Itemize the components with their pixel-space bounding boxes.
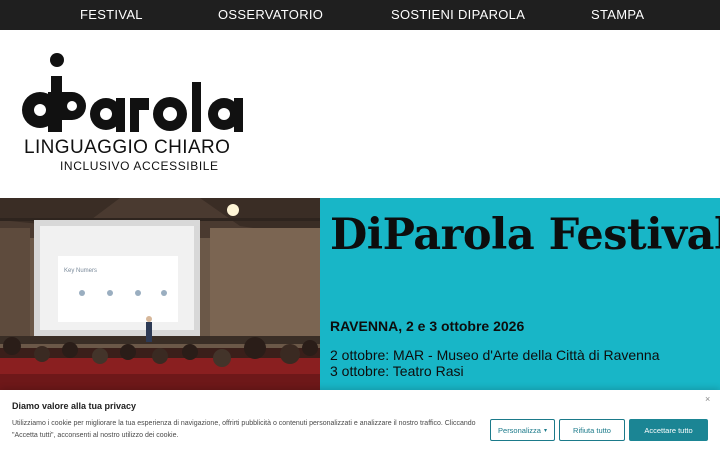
- top-navigation: FESTIVAL OSSERVATORIO SOSTIENI DIPAROLA …: [0, 0, 720, 30]
- diparola-logo-mark: [22, 53, 243, 132]
- cookie-banner: Diamo valore alla tua privacy Utilizziam…: [0, 390, 720, 450]
- cookie-title: Diamo valore alla tua privacy: [12, 401, 137, 411]
- nav-osservatorio[interactable]: OSSERVATORIO: [218, 7, 323, 22]
- customize-button-label: Personalizza: [498, 425, 541, 435]
- hero-city-date: RAVENNA, 2 e 3 ottobre 2026: [330, 318, 525, 334]
- diparola-logo[interactable]: LINGUAGGIO CHIARO INCLUSIVO ACCESSIBILE: [22, 52, 247, 177]
- logo-tagline-secondary: INCLUSIVO ACCESSIBILE: [60, 159, 219, 173]
- customize-button[interactable]: Personalizza ▾: [490, 419, 555, 441]
- hero-day1-venue: 2 ottobre: MAR - Museo d'Arte della Citt…: [330, 347, 660, 363]
- nav-festival[interactable]: FESTIVAL: [80, 7, 143, 22]
- hero-day2-venue: 3 ottobre: Teatro Rasi: [330, 363, 464, 379]
- nav-stampa[interactable]: STAMPA: [591, 7, 644, 22]
- nav-sostieni-diparola[interactable]: SOSTIENI DIPAROLA: [391, 7, 525, 22]
- cookie-description: Utilizziamo i cookie per migliorare la t…: [12, 420, 476, 439]
- accept-all-button[interactable]: Accettare tutto: [629, 419, 708, 441]
- hero-section: Key Numers DiParola Festival RAVENNA, 2 …: [0, 198, 720, 390]
- hero-info-panel: DiParola Festival RAVENNA, 2 e 3 ottobre…: [320, 198, 720, 390]
- hero-photo-conference: Key Numers: [0, 198, 320, 390]
- slide-heading: Key Numers: [64, 268, 97, 274]
- reject-all-button[interactable]: Rifiuta tutto: [559, 419, 625, 441]
- close-icon[interactable]: ×: [705, 394, 710, 404]
- logo-tagline-primary: LINGUAGGIO CHIARO: [24, 137, 231, 158]
- caret-down-icon: ▾: [543, 427, 547, 434]
- hero-title: DiParola Festival: [330, 210, 720, 260]
